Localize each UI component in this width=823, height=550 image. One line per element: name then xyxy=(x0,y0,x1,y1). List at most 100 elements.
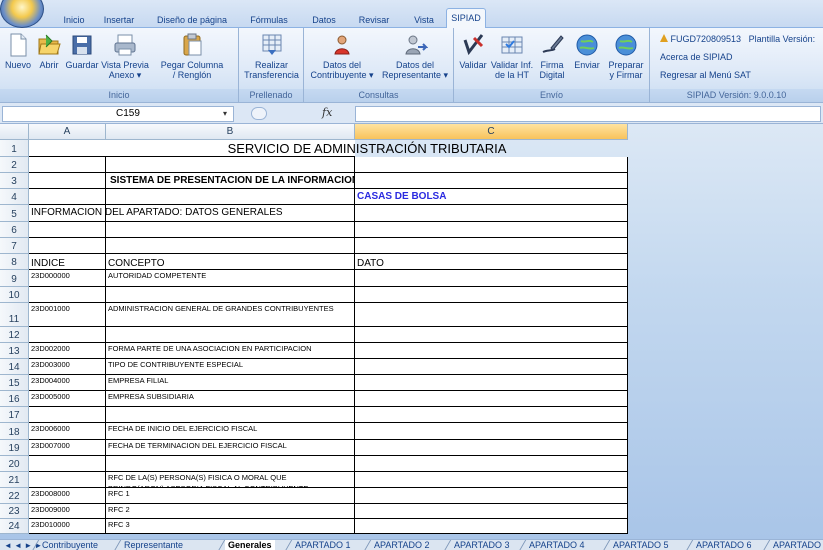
row-header[interactable]: 9 xyxy=(0,270,29,287)
sheet-tab-apartado-5[interactable]: APARTADO 5 xyxy=(610,540,672,550)
cell-c[interactable] xyxy=(355,173,628,189)
cell-a[interactable]: INDICE xyxy=(29,254,106,270)
cell-b[interactable]: FECHA DE INICIO DEL EJERCICIO FISCAL xyxy=(106,423,355,440)
row-header[interactable]: 5 xyxy=(0,205,29,222)
sheet-tab-representante[interactable]: Representante xyxy=(121,540,186,550)
cell-c[interactable] xyxy=(355,423,628,440)
nuevo-button[interactable]: Nuevo xyxy=(4,32,32,70)
row-header[interactable]: 11 xyxy=(0,303,29,327)
cell-b[interactable]: ADMINISTRACION GENERAL DE GRANDES CONTRI… xyxy=(106,303,355,327)
cell-b[interactable]: RFC 1 xyxy=(106,488,355,504)
row-header[interactable]: 12 xyxy=(0,327,29,343)
tab-datos[interactable]: Datos xyxy=(309,12,339,28)
regresar-menu-link[interactable]: Regresar al Menú SAT xyxy=(660,70,751,80)
row-header[interactable]: 4 xyxy=(0,189,29,205)
pegar-columna-button[interactable]: Pegar Columna / Renglón xyxy=(152,32,232,80)
sheet-tab-apartado-1[interactable]: APARTADO 1 xyxy=(292,540,354,550)
cell-b[interactable]: RFC 2 xyxy=(106,504,355,519)
cell-c[interactable] xyxy=(355,359,628,375)
guardar-button[interactable]: Guardar xyxy=(64,32,100,70)
column-header-a[interactable]: A xyxy=(29,124,106,140)
cell-c[interactable] xyxy=(355,504,628,519)
cell-c[interactable] xyxy=(355,270,628,287)
sheet-tab-apartado-3[interactable]: APARTADO 3 xyxy=(451,540,513,550)
cell-a[interactable] xyxy=(29,157,106,173)
cell-a[interactable]: 23D004000 xyxy=(29,375,106,391)
row-header[interactable]: 19 xyxy=(0,440,29,456)
cell-c[interactable] xyxy=(355,456,628,472)
sheet-tab-apartado-2[interactable]: APARTADO 2 xyxy=(371,540,433,550)
tab-sipiad[interactable]: SIPIAD xyxy=(446,8,486,29)
datos-contribuyente-button[interactable]: Datos del Contribuyente ▾ xyxy=(308,32,376,80)
office-button[interactable] xyxy=(0,0,44,28)
cell-c[interactable] xyxy=(355,488,628,504)
cell-c[interactable] xyxy=(355,205,628,222)
row-header[interactable]: 6 xyxy=(0,222,29,238)
tab-inicio[interactable]: Inicio xyxy=(59,12,89,28)
chevron-down-icon[interactable]: ▾ xyxy=(217,107,233,121)
cell-c[interactable] xyxy=(355,343,628,359)
cell-c[interactable] xyxy=(355,303,628,327)
cell-b[interactable] xyxy=(106,407,355,423)
validar-inf-button[interactable]: Validar Inf. de la HT xyxy=(490,32,534,80)
acerca-link[interactable]: Acerca de SIPIAD xyxy=(660,52,733,62)
row-header[interactable]: 2 xyxy=(0,157,29,173)
row-header[interactable]: 20 xyxy=(0,456,29,472)
cell-b[interactable]: AUTORIDAD COMPETENTE xyxy=(106,270,355,287)
cell-a[interactable]: INFORMACION DEL APARTADO: DATOS GENERALE… xyxy=(29,205,283,222)
cell-b[interactable] xyxy=(106,238,355,254)
cell-b[interactable] xyxy=(106,189,355,205)
cell-a[interactable]: 23D009000 xyxy=(29,504,106,519)
cell-a[interactable]: 23D008000 xyxy=(29,488,106,504)
sheet-tab-apartado-6[interactable]: APARTADO 6 xyxy=(693,540,755,550)
cell-b[interactable]: CONCEPTO xyxy=(106,254,355,270)
cell-c[interactable] xyxy=(355,472,628,488)
column-header-c[interactable]: C xyxy=(355,124,628,140)
row-header[interactable]: 18 xyxy=(0,423,29,440)
cell-b[interactable]: EMPRESA SUBSIDIARIA xyxy=(106,391,355,407)
enviar-button[interactable]: Enviar xyxy=(570,32,604,70)
tab-insertar[interactable]: Insertar xyxy=(98,12,140,28)
cell-b[interactable]: FECHA DE TERMINACION DEL EJERCICIO FISCA… xyxy=(106,440,355,456)
realizar-transferencia-button[interactable]: Realizar Transferencia xyxy=(241,32,302,80)
cell-a[interactable]: 23D007000 xyxy=(29,440,106,456)
preparar-firmar-button[interactable]: Preparar y Firmar xyxy=(606,32,646,80)
sheet-tab-apartado-7[interactable]: APARTADO 7 xyxy=(770,540,823,550)
cell-b[interactable]: SERVICIO DE ADMINISTRACIÓN TRIBUTARIA xyxy=(106,140,506,157)
cell-a[interactable]: 23D010000 xyxy=(29,519,106,534)
cell-c[interactable] xyxy=(355,327,628,343)
cell-a[interactable] xyxy=(29,472,106,488)
cell-a[interactable] xyxy=(29,327,106,343)
cell-a[interactable] xyxy=(29,189,106,205)
cell-b[interactable]: SISTEMA DE PRESENTACION DE LA INFORMACIO… xyxy=(106,173,525,189)
cell-c[interactable] xyxy=(355,222,628,238)
row-header[interactable]: 13 xyxy=(0,343,29,359)
cell-a[interactable]: 23D002000 xyxy=(29,343,106,359)
column-header-b[interactable]: B xyxy=(106,124,355,140)
row-header[interactable]: 16 xyxy=(0,391,29,407)
row-header[interactable]: 7 xyxy=(0,238,29,254)
cell-a[interactable] xyxy=(29,222,106,238)
row-header[interactable]: 3 xyxy=(0,173,29,189)
tab-revisar[interactable]: Revisar xyxy=(355,12,393,28)
cell-c[interactable] xyxy=(355,238,628,254)
row-header[interactable]: 10 xyxy=(0,287,29,303)
cell-b[interactable]: RFC DE LA(S) PERSONA(S) FISICA O MORAL Q… xyxy=(106,472,355,488)
cell-a[interactable]: 23D000000 xyxy=(29,270,106,287)
name-box[interactable]: C159 ▾ xyxy=(2,106,234,122)
cell-c[interactable] xyxy=(355,391,628,407)
cell-b[interactable] xyxy=(106,456,355,472)
row-header[interactable]: 21 xyxy=(0,472,29,488)
fx-icon[interactable]: fx xyxy=(322,106,332,119)
cell-b[interactable]: EMPRESA FILIAL xyxy=(106,375,355,391)
cell-a[interactable]: 23D006000 xyxy=(29,423,106,440)
cell-a[interactable] xyxy=(29,238,106,254)
sheet-tab-apartado-4[interactable]: APARTADO 4 xyxy=(526,540,588,550)
row-header[interactable]: 24 xyxy=(0,519,29,534)
row-header[interactable]: 14 xyxy=(0,359,29,375)
row-header[interactable]: 17 xyxy=(0,407,29,423)
cell-b[interactable] xyxy=(106,287,355,303)
vista-previa-button[interactable]: Vista Previa Anexo ▾ xyxy=(100,32,150,80)
cell-b[interactable]: FORMA PARTE DE UNA ASOCIACION EN PARTICI… xyxy=(106,343,355,359)
cell-b[interactable] xyxy=(106,327,355,343)
